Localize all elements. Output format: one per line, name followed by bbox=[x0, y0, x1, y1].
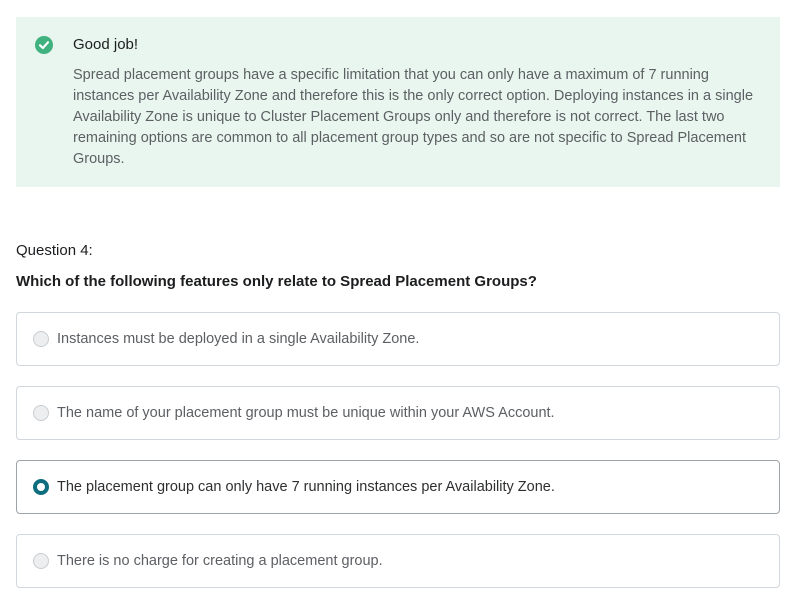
radio-button[interactable] bbox=[33, 553, 49, 569]
answer-option-1[interactable]: Instances must be deployed in a single A… bbox=[16, 312, 780, 366]
answer-option-label: The name of your placement group must be… bbox=[57, 405, 555, 421]
radio-button[interactable] bbox=[33, 331, 49, 347]
radio-button-selected[interactable] bbox=[33, 479, 49, 495]
feedback-panel: Good job! Spread placement groups have a… bbox=[16, 17, 780, 187]
answer-option-label: The placement group can only have 7 runn… bbox=[57, 479, 555, 495]
answer-option-2[interactable]: The name of your placement group must be… bbox=[16, 386, 780, 440]
question-number: Question 4: bbox=[16, 242, 93, 259]
feedback-title: Good job! bbox=[73, 36, 139, 53]
feedback-explanation: Spread placement groups have a specific … bbox=[73, 67, 754, 167]
answer-option-label: Instances must be deployed in a single A… bbox=[57, 331, 420, 347]
check-circle-icon bbox=[35, 36, 53, 54]
answer-option-label: There is no charge for creating a placem… bbox=[57, 553, 383, 569]
answer-option-3[interactable]: The placement group can only have 7 runn… bbox=[16, 460, 780, 514]
answer-option-4[interactable]: There is no charge for creating a placem… bbox=[16, 534, 780, 588]
radio-button[interactable] bbox=[33, 405, 49, 421]
quiz-page: Good job! Spread placement groups have a… bbox=[0, 0, 797, 603]
question-text: Which of the following features only rel… bbox=[16, 273, 537, 290]
